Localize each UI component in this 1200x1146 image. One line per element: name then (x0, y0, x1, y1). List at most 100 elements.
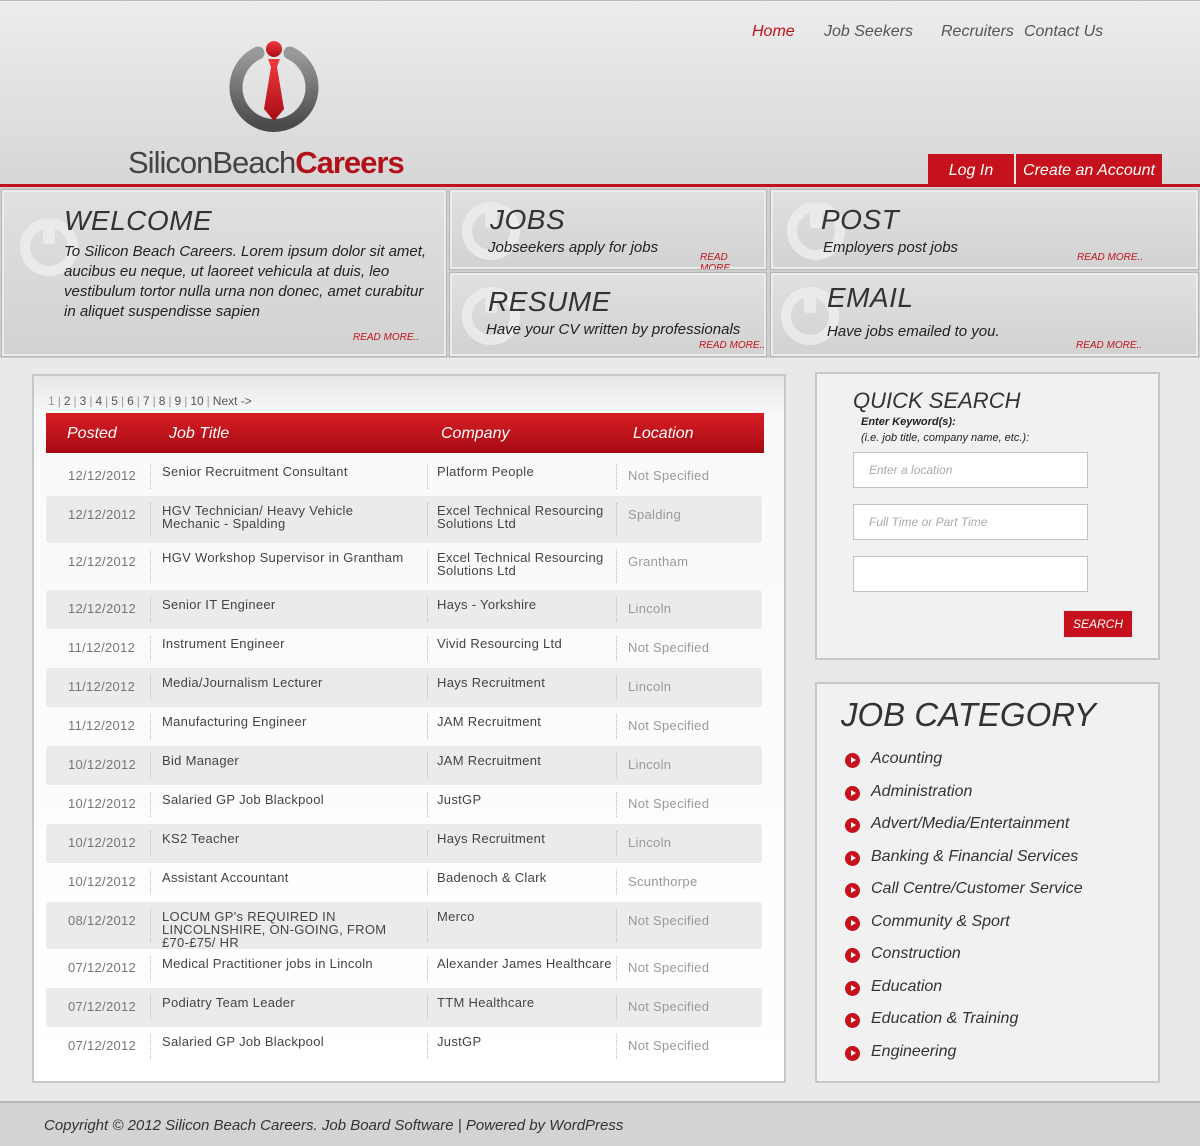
job-title-link[interactable]: Salaried GP Job Blackpool (162, 1035, 414, 1048)
play-circle-icon (845, 850, 860, 866)
table-row[interactable]: 12/12/2012 HGV Technician/ Heavy Vehicle … (46, 496, 762, 543)
job-type-input[interactable] (853, 504, 1088, 540)
category-label: Engineering (871, 1042, 957, 1060)
category-item[interactable]: Community & Sport (845, 913, 1083, 946)
posted-date: 10/12/2012 (68, 757, 137, 772)
play-circle-icon (845, 1013, 860, 1028)
category-item[interactable]: Engineering (845, 1043, 1083, 1076)
login-button[interactable]: Log In (928, 154, 1014, 186)
posted-date: 07/12/2012 (68, 999, 137, 1014)
nav-recruiters[interactable]: Recruiters (929, 23, 1024, 41)
table-row[interactable]: 12/12/2012 HGV Workshop Supervisor in Gra… (46, 543, 762, 590)
job-location: Lincoln (628, 601, 672, 616)
job-title-link[interactable]: KS2 Teacher (162, 832, 414, 845)
job-title-link[interactable]: Podiatry Team Leader (162, 996, 414, 1009)
page-link[interactable]: 6 (127, 394, 134, 408)
job-title-link[interactable]: Medical Practitioner jobs in Lincoln (162, 957, 414, 970)
table-row[interactable]: 12/12/2012 Senior Recruitment Consultant P… (46, 457, 762, 496)
page-link[interactable]: 5 (111, 394, 118, 408)
column-divider (616, 995, 617, 1020)
job-title-link[interactable]: Salaried GP Job Blackpool (162, 793, 414, 806)
page-separator: | (57, 394, 61, 408)
category-item[interactable]: Education & Training (845, 1010, 1083, 1043)
posted-date: 12/12/2012 (68, 468, 137, 483)
job-title-link[interactable]: Bid Manager (162, 754, 414, 767)
column-divider (150, 909, 151, 942)
job-title-link[interactable]: LOCUM GP's REQUIRED IN LINCOLNSHIRE, ON-… (162, 910, 414, 949)
col-job-title[interactable]: Job Title (169, 425, 229, 443)
page-link[interactable]: 2 (64, 394, 71, 408)
table-row[interactable]: 11/12/2012 Instrument Engineer Vivid Resou… (46, 629, 762, 668)
email-read-more-link[interactable]: READ MORE.. (1076, 340, 1142, 351)
job-title-link[interactable]: HGV Workshop Supervisor in Grantham (162, 551, 414, 564)
site-logo[interactable]: SiliconBeachCareers (128, 37, 428, 183)
page-link[interactable]: 3 (80, 394, 87, 408)
job-category-panel: JOB CATEGORY Acounting Administration Adve… (815, 682, 1160, 1083)
post-read-more-link[interactable]: READ MORE.. (1077, 252, 1143, 263)
nav-job-seekers[interactable]: Job Seekers (812, 23, 929, 41)
category-item[interactable]: Education (845, 978, 1083, 1011)
page-separator: | (168, 394, 172, 408)
table-row[interactable]: 07/12/2012 Salaried GP Job Blackpool JustG… (46, 1027, 762, 1066)
job-title-link[interactable]: Senior IT Engineer (162, 598, 414, 611)
post-box: POST Employers post jobs READ MORE.. (770, 189, 1199, 270)
next-page-link[interactable]: Next -> (213, 394, 252, 408)
nav-contact-us[interactable]: Contact Us (1024, 23, 1124, 41)
column-divider (427, 503, 428, 536)
company-name: Vivid Resourcing Ltd (437, 636, 562, 651)
play-circle-icon (845, 948, 860, 963)
page-link[interactable]: 7 (143, 394, 150, 408)
category-item[interactable]: Administration (845, 783, 1083, 816)
play-circle-icon (845, 980, 860, 996)
category-item[interactable]: Advert/Media/Entertainment (845, 815, 1083, 848)
col-company[interactable]: Company (441, 425, 509, 443)
table-row[interactable]: 07/12/2012 Podiatry Team Leader TTM Health… (46, 988, 762, 1027)
nav-home[interactable]: Home (740, 23, 812, 41)
table-row[interactable]: 08/12/2012 LOCUM GP's REQUIRED IN LINCOLN… (46, 902, 762, 949)
keyword-input[interactable] (853, 556, 1088, 592)
create-account-button[interactable]: Create an Account (1014, 154, 1162, 186)
page-current: 1 (48, 394, 55, 408)
job-location: Lincoln (628, 835, 672, 850)
table-row[interactable]: 10/12/2012 Assistant Accountant Badenoch &… (46, 863, 762, 902)
posted-date: 10/12/2012 (68, 835, 137, 850)
category-item[interactable]: Banking & Financial Services (845, 848, 1083, 881)
page-link[interactable]: 10 (190, 394, 203, 408)
col-posted[interactable]: Posted (67, 425, 117, 443)
column-divider (427, 995, 428, 1020)
table-row[interactable]: 12/12/2012 Senior IT Engineer Hays - Yorks… (46, 590, 762, 629)
page-link[interactable]: 9 (175, 394, 182, 408)
job-title-link[interactable]: Manufacturing Engineer (162, 715, 414, 728)
job-title-link[interactable]: Instrument Engineer (162, 637, 414, 650)
welcome-read-more-link[interactable]: READ MORE.. (353, 332, 419, 343)
category-item[interactable]: Call Centre/Customer Service (845, 880, 1083, 913)
welcome-text: To Silicon Beach Careers. Lorem ipsum do… (64, 243, 427, 320)
category-item[interactable]: Construction (845, 945, 1083, 978)
resume-read-more-link[interactable]: READ MORE.. (699, 340, 765, 351)
table-row[interactable]: 07/12/2012 Medical Practitioner jobs in L… (46, 949, 762, 988)
page-link[interactable]: 4 (95, 394, 102, 408)
posted-date: 12/12/2012 (68, 601, 137, 616)
search-button[interactable]: SEARCH (1063, 610, 1133, 638)
jobs-read-more-link[interactable]: READ MORE.. (700, 252, 766, 269)
job-title-link[interactable]: Senior Recruitment Consultant (162, 465, 414, 478)
column-divider (150, 714, 151, 739)
table-row[interactable]: 11/12/2012 Manufacturing Engineer JAM Recr… (46, 707, 762, 746)
table-row[interactable]: 10/12/2012 Salaried GP Job Blackpool JustG… (46, 785, 762, 824)
page-link[interactable]: 8 (159, 394, 166, 408)
job-title-link[interactable]: HGV Technician/ Heavy Vehicle Mechanic -… (162, 504, 414, 530)
category-item[interactable]: Acounting (845, 750, 1083, 783)
table-row[interactable]: 10/12/2012 Bid Manager JAM Recruitment Linc… (46, 746, 762, 785)
column-divider (150, 956, 151, 981)
table-row[interactable]: 10/12/2012 KS2 Teacher Hays Recruitment Lin… (46, 824, 762, 863)
column-divider (427, 714, 428, 739)
column-divider (616, 909, 617, 942)
col-location[interactable]: Location (633, 425, 694, 443)
column-divider (427, 597, 428, 622)
welcome-title: WELCOME (64, 205, 213, 236)
table-row[interactable]: 11/12/2012 Media/Journalism Lecturer Hays … (46, 668, 762, 707)
job-title-link[interactable]: Assistant Accountant (162, 871, 414, 884)
posted-date: 07/12/2012 (68, 960, 137, 975)
job-title-link[interactable]: Media/Journalism Lecturer (162, 676, 414, 689)
location-input[interactable] (853, 452, 1088, 488)
